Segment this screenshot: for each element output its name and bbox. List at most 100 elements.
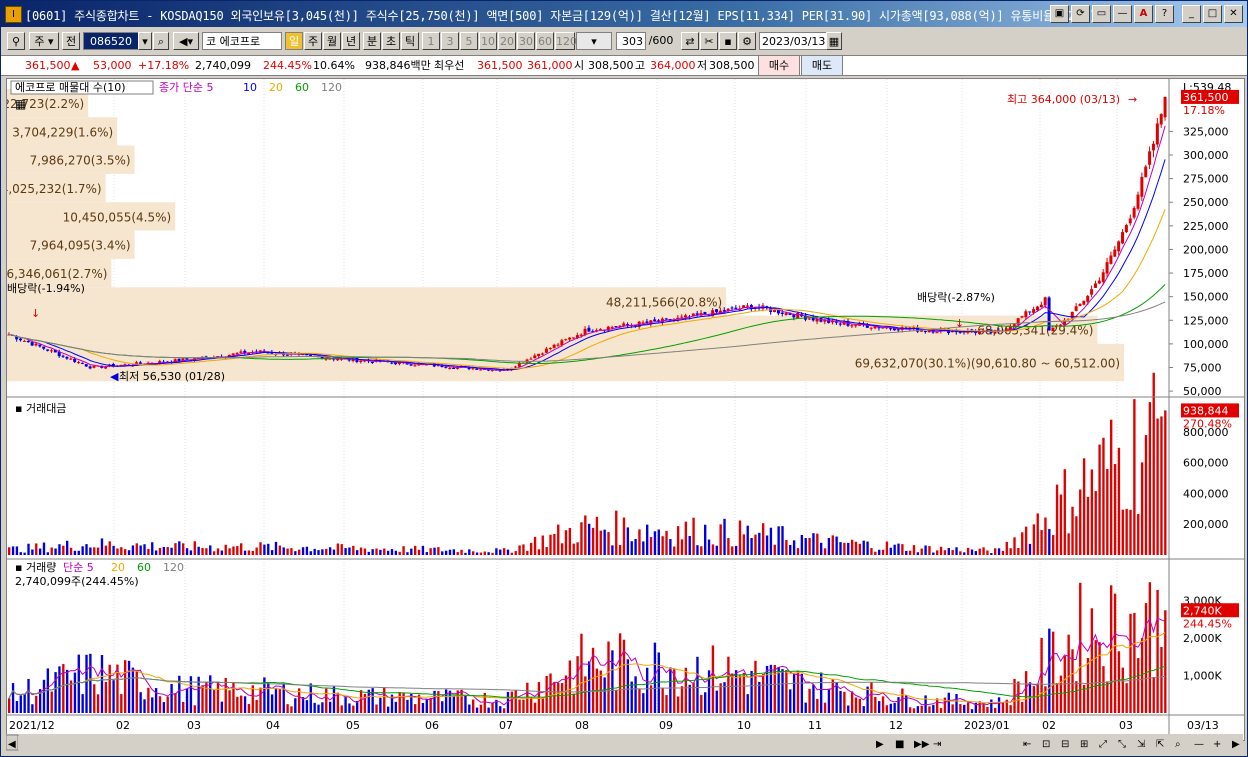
volume-bar (1160, 646, 1163, 713)
candle-body (1105, 262, 1109, 274)
volume-profile: 5,022,723(2.2%)3,704,229(1.6%)7,986,270(… (0, 88, 1125, 382)
profile-label: 10,450,055(4.5%) (63, 210, 172, 224)
prev-button[interactable]: 전 (62, 32, 80, 50)
dividend-annotation-2: 배당락(-2.87%) (917, 291, 995, 304)
speaker-icon[interactable]: ◀▾ (173, 32, 199, 50)
interval-5[interactable]: 5 (460, 32, 478, 50)
fit-icon[interactable]: ⇲ (1137, 739, 1146, 750)
scroll-left-icon[interactable]: ◀ (8, 739, 16, 750)
tab-month[interactable]: 월 (323, 32, 341, 50)
help-icon[interactable]: ? (1155, 5, 1174, 23)
date-input[interactable]: 2023/03/13 (759, 32, 827, 50)
calendar-icon[interactable]: ▦ (826, 32, 842, 50)
scroll-right-icon[interactable]: ▶ (1232, 739, 1240, 750)
code-input[interactable]: 086520 (83, 32, 139, 50)
interval-120[interactable]: 120 (555, 32, 577, 50)
period-select[interactable]: 주 ▾ (29, 32, 59, 50)
font-icon[interactable]: A (1134, 5, 1153, 23)
tab-week[interactable]: 주 (304, 32, 322, 50)
interval-input[interactable]: ▾ (576, 32, 612, 50)
amount-panel[interactable] (8, 372, 1167, 555)
pin-icon[interactable]: ⚲ (7, 32, 25, 50)
search-icon[interactable]: ⌕ (153, 32, 169, 50)
volume-panel[interactable] (8, 582, 1167, 713)
sell-button[interactable]: 매도 (801, 56, 843, 75)
link-icon[interactable]: ▣ (1050, 5, 1069, 23)
quote-high-label: 고 (635, 59, 646, 72)
amount-bar (394, 550, 398, 555)
dock-icon[interactable]: — (1113, 5, 1132, 23)
volume-bar (738, 675, 742, 713)
stock-name-field[interactable]: 코 에코프로 (202, 32, 282, 50)
tab-year[interactable]: 년 (342, 32, 360, 50)
tab-day[interactable]: 일 (285, 32, 303, 50)
x-tick-label: 03 (1119, 719, 1133, 732)
amount-bar (630, 541, 633, 555)
buy-button[interactable]: 매수 (758, 56, 800, 75)
maximize-button[interactable]: □ (1203, 5, 1222, 23)
gear-icon[interactable]: ⚙ (738, 32, 756, 50)
amount-bar (553, 533, 556, 555)
scissors-icon[interactable]: ✂ (700, 32, 718, 50)
zoom-out-box-icon[interactable]: ⊟ (1061, 739, 1069, 750)
amount-bar (81, 546, 84, 555)
tab-tick[interactable]: 틱 (401, 32, 419, 50)
amount-bar (905, 550, 908, 555)
candle-body (235, 353, 239, 355)
amount-bar (638, 529, 641, 555)
refresh-icon[interactable]: ⟳ (1071, 5, 1090, 23)
interval-60[interactable]: 60 (536, 32, 554, 50)
end-icon[interactable]: ⇥ (933, 739, 941, 750)
plus-icon[interactable]: + (1213, 739, 1221, 750)
amount-bar (444, 550, 448, 555)
minus-icon[interactable]: — (1194, 739, 1204, 750)
start-icon[interactable]: ⇤ (1023, 739, 1031, 750)
code-dropdown-icon[interactable]: ▾ (138, 32, 152, 50)
volume-bar (185, 688, 189, 713)
count-input[interactable]: 303 (616, 32, 646, 50)
volume-bar (994, 707, 997, 713)
stop-icon[interactable]: ■ (895, 739, 904, 750)
amount-bar (804, 538, 807, 555)
volume-bar (1144, 603, 1148, 713)
tab-second[interactable]: 초 (382, 32, 400, 50)
profile-label: 4,025,232(1.7%) (7, 182, 102, 196)
volume-bar (112, 680, 115, 713)
minimize-button[interactable]: _ (1182, 5, 1201, 23)
save-icon[interactable]: ▪ (719, 32, 737, 50)
expand-icon[interactable]: ⤢ (1099, 739, 1107, 750)
volume-bar (696, 656, 699, 713)
close-button[interactable]: ✕ (1224, 5, 1243, 23)
amount-bar (533, 536, 537, 555)
chart-svg[interactable]: 5,022,723(2.2%)3,704,229(1.6%)7,986,270(… (0, 79, 1244, 740)
last-amount-pct: 270.48% (1183, 417, 1232, 430)
fast-forward-icon[interactable]: ▶▶ (914, 739, 930, 750)
volume-bar (963, 704, 966, 713)
magnifier-icon[interactable]: ⌕ (1175, 739, 1181, 750)
candle-body (838, 323, 842, 325)
zoom-in-box-icon[interactable]: ⊞ (1080, 739, 1088, 750)
interval-3[interactable]: 3 (441, 32, 459, 50)
candle-body (730, 307, 734, 309)
box-icon[interactable]: ⊡ (1042, 739, 1050, 750)
legend-profile: 에코프로 매물대 수(10) (15, 81, 126, 94)
amount-bar (448, 549, 452, 555)
play-icon[interactable]: ▶ (876, 739, 884, 750)
x-tick-label: 03 (187, 719, 201, 732)
amount-bar (367, 551, 370, 555)
scroll-bar[interactable]: ◀ ▶ ■ ▶▶ ⇥ ⇤ ⊡ ⊟ ⊞ ⤢ ⤡ ⇲ ⇱ ⌕ — + ▶ (5, 734, 1243, 752)
fill-icon[interactable]: ⇱ (1156, 739, 1164, 750)
interval-10[interactable]: 10 (479, 32, 497, 50)
chart-area[interactable]: 5,022,723(2.2%)3,704,229(1.6%)7,986,270(… (0, 78, 1245, 741)
amount-bar (31, 549, 34, 555)
amount-bar (514, 551, 517, 555)
interval-20[interactable]: 20 (498, 32, 516, 50)
shrink-icon[interactable]: ⤡ (1118, 739, 1126, 750)
volume-bar (603, 677, 606, 713)
tab-minute[interactable]: 분 (363, 32, 381, 50)
interval-1[interactable]: 1 (422, 32, 440, 50)
interval-30[interactable]: 30 (517, 32, 535, 50)
arrows-icon[interactable]: ⇄ (681, 32, 699, 50)
volume-bar (978, 701, 981, 713)
window-icon[interactable]: ▭ (1092, 5, 1111, 23)
